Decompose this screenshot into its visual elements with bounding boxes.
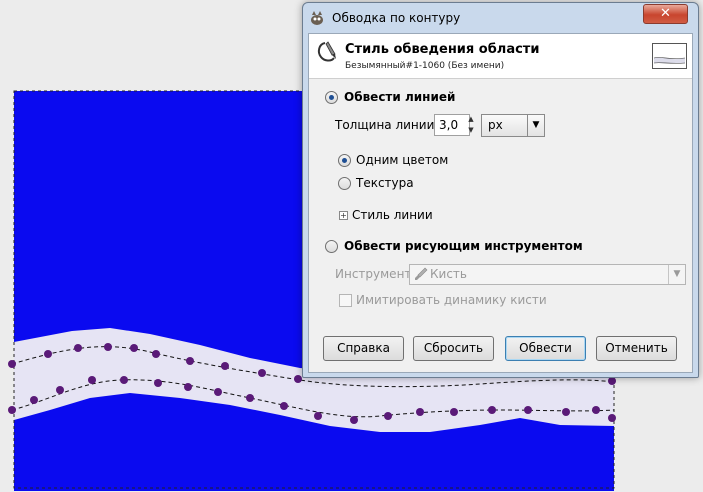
line-style-expander[interactable]: Стиль линии bbox=[352, 208, 433, 222]
header-subtitle: Безымянный#1-1060 (Без имени) bbox=[345, 61, 505, 71]
gimp-app-icon bbox=[311, 11, 323, 25]
stroke-selection-dialog: Обводка по контуру ✕ Стиль обведения обл… bbox=[302, 2, 699, 378]
stroke-selection-icon bbox=[317, 41, 336, 62]
dropdown-arrow-icon[interactable]: ▼ bbox=[668, 265, 685, 284]
solid-color-radio[interactable] bbox=[338, 154, 351, 167]
image-preview-thumbnail bbox=[652, 43, 687, 69]
dialog-header: Стиль обведения области Безымянный#1-106… bbox=[309, 34, 692, 79]
tool-value: Кисть bbox=[430, 267, 467, 281]
spin-up-icon[interactable]: ▲ bbox=[466, 114, 476, 124]
paintbrush-icon bbox=[415, 267, 428, 280]
help-button[interactable]: Справка bbox=[323, 336, 404, 361]
solid-color-label[interactable]: Одним цветом bbox=[356, 153, 448, 167]
dialog-body: Стиль обведения области Безымянный#1-106… bbox=[308, 33, 693, 373]
cancel-button[interactable]: Отменить bbox=[596, 336, 677, 361]
reset-button[interactable]: Сбросить bbox=[413, 336, 494, 361]
stroke-tool-label[interactable]: Обвести рисующим инструментом bbox=[344, 239, 583, 253]
title-bar[interactable]: Обводка по контуру ✕ bbox=[303, 3, 698, 33]
unit-select[interactable]: px ▼ bbox=[481, 114, 545, 137]
stroke-line-label[interactable]: Обвести линией bbox=[344, 90, 455, 104]
close-button[interactable]: ✕ bbox=[643, 4, 688, 24]
spin-down-icon[interactable]: ▼ bbox=[466, 125, 476, 135]
expand-plus-icon[interactable]: + bbox=[339, 211, 348, 220]
tool-label: Инструмент: bbox=[335, 267, 416, 281]
pattern-label[interactable]: Текстура bbox=[356, 176, 414, 190]
emulate-dynamics-checkbox[interactable] bbox=[339, 294, 352, 307]
pattern-radio[interactable] bbox=[338, 177, 351, 190]
tool-select[interactable]: Кисть ▼ bbox=[409, 264, 686, 285]
stroke-line-radio[interactable] bbox=[325, 91, 338, 104]
dropdown-arrow-icon[interactable]: ▼ bbox=[527, 115, 544, 136]
unit-value: px bbox=[488, 118, 503, 132]
line-width-input[interactable]: 3,0 bbox=[434, 114, 470, 136]
header-title: Стиль обведения области bbox=[345, 42, 540, 57]
emulate-dynamics-label[interactable]: Имитировать динамику кисти bbox=[356, 293, 547, 307]
stroke-button[interactable]: Обвести bbox=[505, 336, 586, 361]
line-width-label: Толщина линии: bbox=[335, 118, 439, 132]
line-width-spinner[interactable]: ▲ ▼ bbox=[466, 114, 476, 136]
window-title: Обводка по контуру bbox=[332, 11, 461, 25]
stroke-tool-radio[interactable] bbox=[325, 240, 338, 253]
